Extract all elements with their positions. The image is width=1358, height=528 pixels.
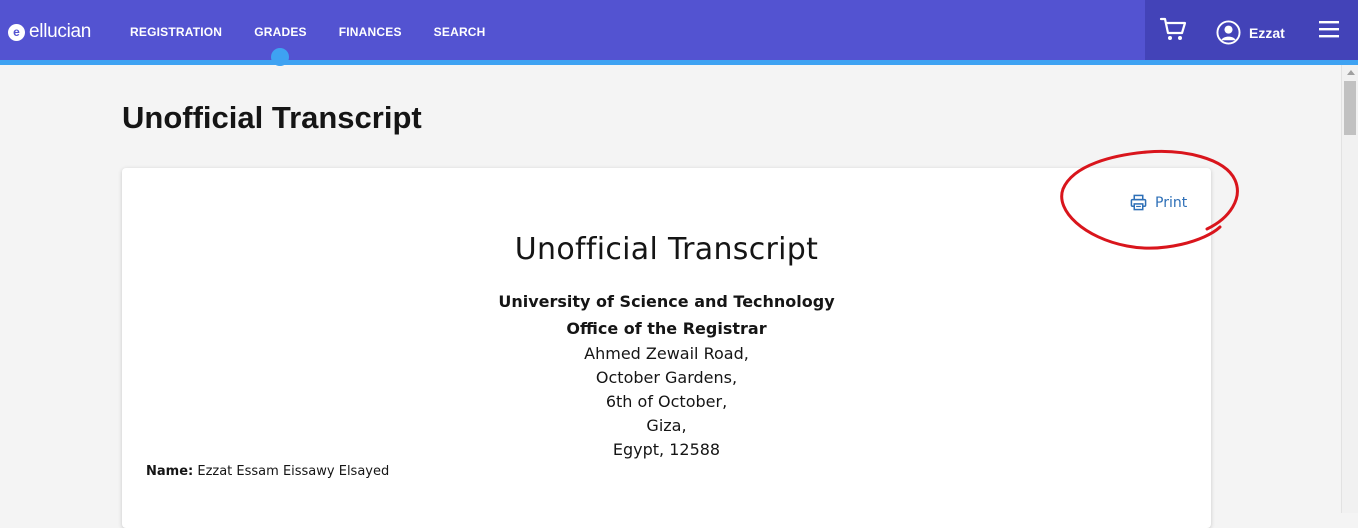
transcript-card: Print Unofficial Transcript University o… xyxy=(122,168,1211,528)
institution-name: University of Science and Technology xyxy=(498,292,835,311)
printer-icon xyxy=(1130,194,1147,211)
scroll-up-arrow-icon[interactable] xyxy=(1347,70,1355,75)
vertical-scrollbar[interactable] xyxy=(1341,65,1358,513)
user-menu-button[interactable]: Ezzat xyxy=(1216,20,1285,45)
page-title: Unofficial Transcript xyxy=(122,100,422,135)
name-label: Name: xyxy=(146,464,194,479)
student-name: Ezzat Essam Eissawy Elsayed xyxy=(197,464,390,479)
nav-item-grades-label: GRADES xyxy=(254,25,307,39)
nav-item-search[interactable]: SEARCH xyxy=(434,0,486,60)
address-line-1: Ahmed Zewail Road, xyxy=(584,344,749,363)
header-accent-bar xyxy=(0,60,1358,65)
nav-item-grades[interactable]: GRADES xyxy=(254,0,307,66)
institution-address-block: University of Science and Technology Off… xyxy=(122,288,1211,462)
logo-text: ellucian xyxy=(29,21,92,42)
address-line-2: October Gardens, xyxy=(595,368,738,387)
ellucian-logo[interactable]: e ellucian xyxy=(8,20,91,44)
nav-item-registration[interactable]: REGISTRATION xyxy=(130,0,222,60)
cart-icon[interactable] xyxy=(1159,16,1187,42)
office-name: Office of the Registrar xyxy=(566,319,767,338)
top-navigation-bar: e ellucian REGISTRATION GRADES FINANCES … xyxy=(0,0,1358,66)
student-name-row: Name: Ezzat Essam Eissawy Elsayed xyxy=(146,464,389,479)
menu-icon[interactable] xyxy=(1318,18,1340,40)
main-nav: REGISTRATION GRADES FINANCES SEARCH xyxy=(130,0,518,66)
address-line-5: Egypt, 12588 xyxy=(612,440,721,459)
print-button[interactable]: Print xyxy=(1130,194,1187,211)
transcript-title: Unofficial Transcript xyxy=(514,232,819,267)
scrollbar-thumb[interactable] xyxy=(1344,81,1356,135)
user-name: Ezzat xyxy=(1249,24,1285,41)
ellucian-logo-icon: e xyxy=(8,23,25,41)
address-line-3: 6th of October, xyxy=(605,392,728,411)
address-line-4: Giza, xyxy=(646,416,687,435)
print-label: Print xyxy=(1155,194,1188,211)
nav-item-finances[interactable]: FINANCES xyxy=(339,0,402,60)
user-icon xyxy=(1216,20,1241,45)
